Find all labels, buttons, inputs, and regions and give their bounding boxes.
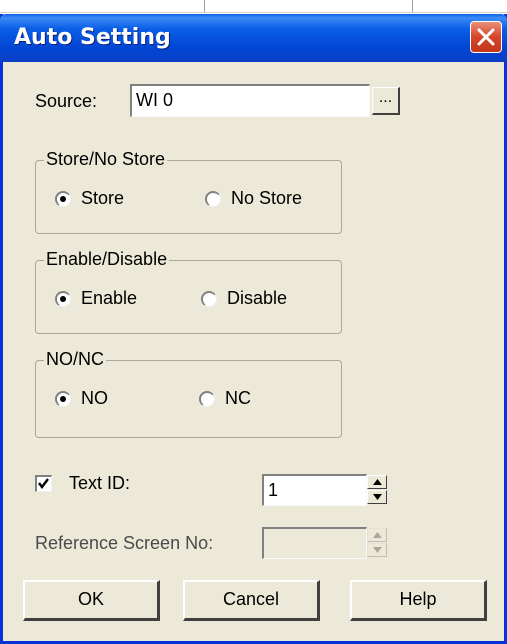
ok-button[interactable]: OK <box>23 580 160 621</box>
help-button[interactable]: Help <box>350 580 487 621</box>
text-id-spinner[interactable] <box>367 475 387 505</box>
spin-down-button <box>367 543 387 557</box>
reference-screen-input <box>262 527 367 559</box>
radio-selected-dot <box>60 296 66 302</box>
title-bar[interactable]: Auto Setting <box>0 14 507 62</box>
disable-radio-label[interactable]: Disable <box>227 288 287 309</box>
nonc-group: NO/NC NO NC <box>35 349 342 438</box>
enable-radio[interactable] <box>55 291 71 307</box>
cancel-button[interactable]: Cancel <box>183 580 320 621</box>
no-store-radio-label[interactable]: No Store <box>231 188 302 209</box>
source-input[interactable]: WI 0 <box>130 84 370 117</box>
close-icon <box>477 28 495 46</box>
enable-group-title: Enable/Disable <box>44 249 170 270</box>
spin-up-button <box>367 528 387 542</box>
radio-selected-dot <box>60 196 66 202</box>
arrow-down-icon <box>373 547 382 553</box>
text-id-label[interactable]: Text ID: <box>69 473 130 494</box>
spin-up-button[interactable] <box>367 475 387 489</box>
no-radio-label[interactable]: NO <box>81 388 108 409</box>
arrow-up-icon <box>373 532 382 538</box>
source-label: Source: <box>35 91 98 111</box>
no-radio[interactable] <box>55 391 71 407</box>
background-divider <box>412 0 413 12</box>
store-radio[interactable] <box>55 191 71 207</box>
background-window-strip <box>0 0 507 13</box>
enable-radio-label[interactable]: Enable <box>81 288 137 309</box>
text-id-input[interactable]: 1 <box>262 474 367 506</box>
text-id-checkbox[interactable] <box>35 475 52 492</box>
reference-screen-label: Reference Screen No: <box>35 533 214 553</box>
store-group-title: Store/No Store <box>44 149 168 170</box>
background-divider <box>204 0 205 12</box>
arrow-down-icon <box>373 494 382 500</box>
nc-radio-label[interactable]: NC <box>225 388 251 409</box>
reference-screen-spinner <box>367 528 387 558</box>
store-radio-label[interactable]: Store <box>81 188 124 209</box>
no-store-radio[interactable] <box>205 191 221 207</box>
radio-selected-dot <box>60 396 66 402</box>
enable-group: Enable/Disable Enable Disable <box>35 249 342 334</box>
dialog-title: Auto Setting <box>14 25 171 50</box>
auto-setting-dialog: Auto Setting Source: WI 0 ... Store/No S… <box>0 14 507 644</box>
disable-radio[interactable] <box>201 291 217 307</box>
arrow-up-icon <box>373 479 382 485</box>
nc-radio[interactable] <box>199 391 215 407</box>
browse-button[interactable]: ... <box>372 87 400 115</box>
nonc-group-title: NO/NC <box>44 349 106 370</box>
checkmark-icon <box>38 478 49 489</box>
spin-down-button[interactable] <box>367 490 387 504</box>
close-button[interactable] <box>470 21 502 53</box>
store-group: Store/No Store Store No Store <box>35 149 342 234</box>
